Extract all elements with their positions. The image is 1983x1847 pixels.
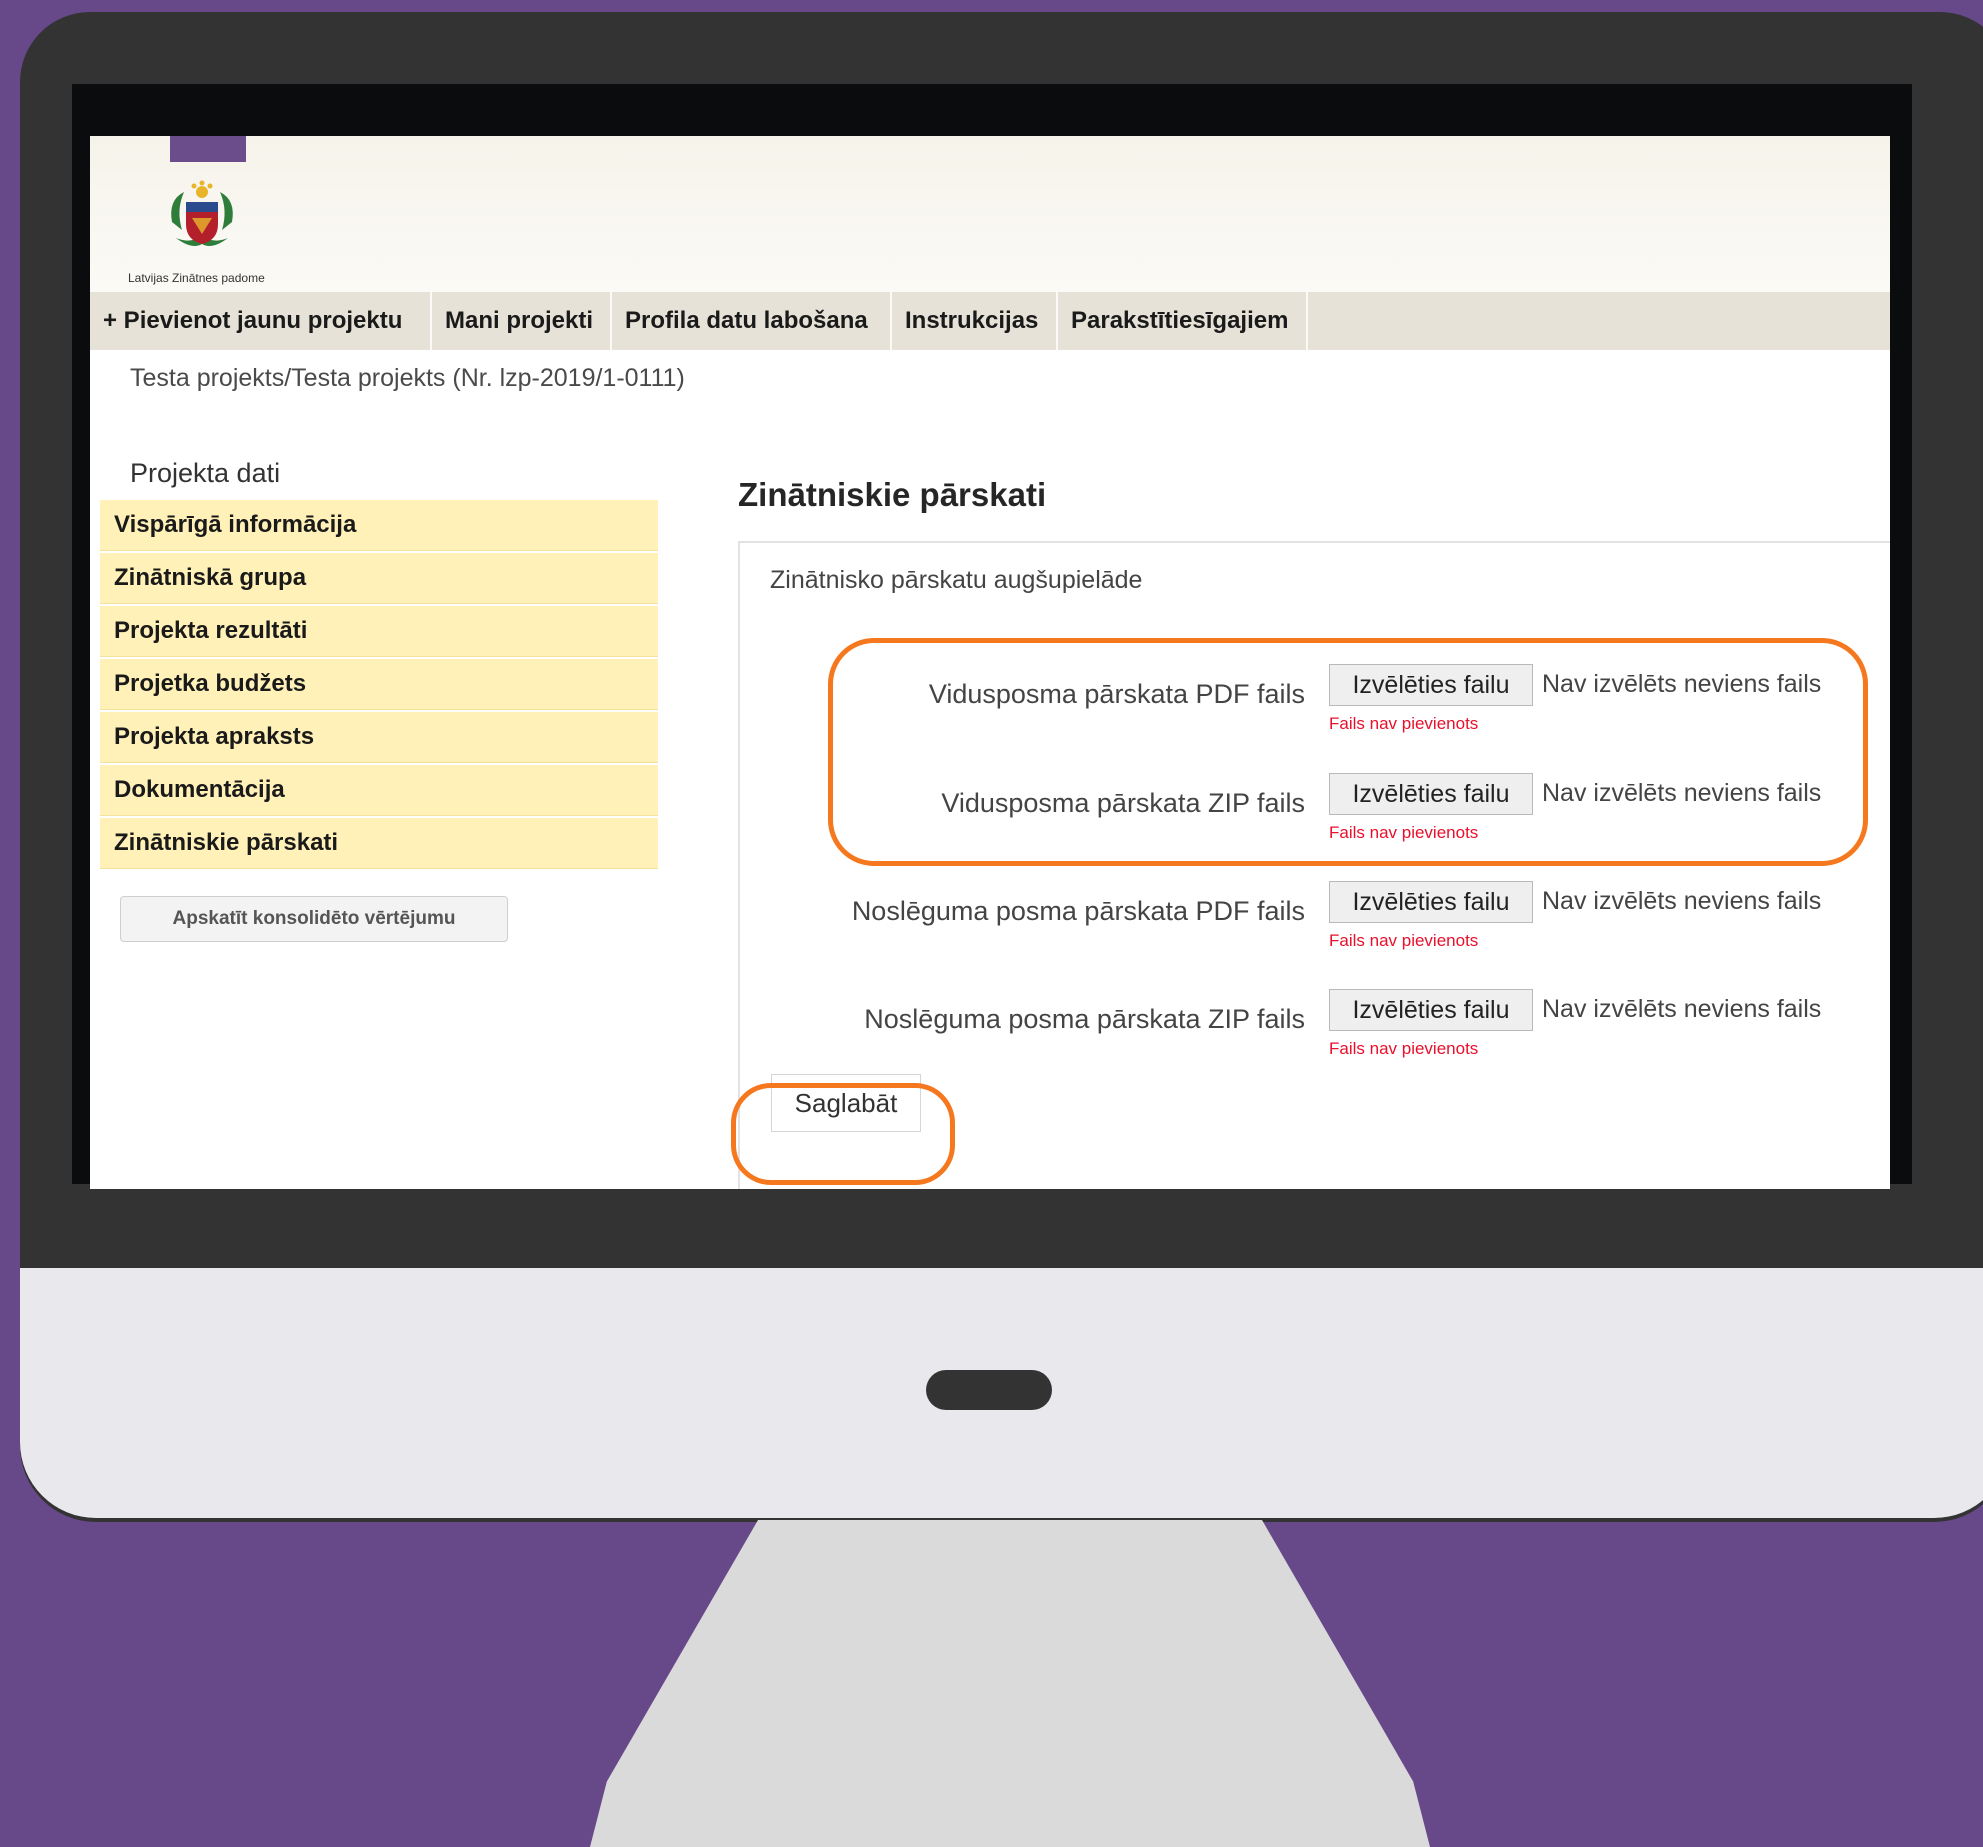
sidebar-title: Projekta dati (130, 458, 281, 488)
choose-file-button[interactable]: Izvēlēties failu (1329, 989, 1533, 1031)
highlight-midterm-uploads (828, 638, 1868, 866)
panel-title: Zinātnisko pārskatu augšupielāde (770, 566, 1143, 594)
file-status: Nav izvēlēts neviens fails (1542, 995, 1822, 1023)
monitor-logo-button (926, 1370, 1052, 1410)
coat-of-arms-icon (171, 180, 233, 246)
screen: Latvijas Zinātnes padome + Pievienot jau… (90, 136, 1890, 1189)
nav-signatories[interactable]: Parakstītiesīgajiem (1058, 292, 1308, 350)
sidebar-item-documentation[interactable]: Dokumentācija (100, 765, 658, 816)
nav-add-project[interactable]: + Pievienot jaunu projektu (90, 292, 432, 350)
highlight-save-button (731, 1083, 955, 1185)
error-message: Fails nav pievienots (1329, 931, 1479, 950)
sidebar-item-project-budget[interactable]: Projetka budžets (100, 659, 658, 710)
header-accent-tab (170, 136, 246, 162)
choose-file-button[interactable]: Izvēlēties failu (1329, 881, 1533, 923)
sidebar-item-scientific-reports[interactable]: Zinātniskie pārskati (100, 818, 658, 869)
file-status: Nav izvēlēts neviens fails (1542, 887, 1822, 915)
sidebar-item-scientific-group[interactable]: Zinātniskā grupa (100, 553, 658, 604)
upload-label: Noslēguma posma pārskata PDF fails (851, 896, 1305, 926)
page-title: Zinātniskie pārskati (738, 476, 1047, 513)
sidebar-item-project-results[interactable]: Projekta rezultāti (100, 606, 658, 657)
site-header: Latvijas Zinātnes padome (90, 136, 1890, 292)
view-consolidated-evaluation-button[interactable]: Apskatīt konsolidēto vērtējumu (120, 896, 508, 942)
main-nav: + Pievienot jaunu projektu Mani projekti… (90, 292, 1890, 350)
nav-instructions[interactable]: Instrukcijas (892, 292, 1058, 350)
monitor-stand (590, 1520, 1430, 1847)
sidebar-item-project-description[interactable]: Projekta apraksts (100, 712, 658, 763)
upload-label: Noslēguma posma pārskata ZIP fails (864, 1004, 1305, 1034)
nav-my-projects[interactable]: Mani projekti (432, 292, 612, 350)
sidebar-item-general-info[interactable]: Vispārīgā informācija (100, 500, 658, 551)
error-message: Fails nav pievienots (1329, 1039, 1479, 1058)
sidebar-menu: Vispārīgā informācija Zinātniskā grupa P… (100, 500, 658, 871)
nav-profile-edit[interactable]: Profila datu labošana (612, 292, 892, 350)
logo-caption: Latvijas Zinātnes padome (128, 271, 265, 285)
breadcrumb: Testa projekts/Testa projekts (Nr. lzp-2… (130, 364, 685, 392)
